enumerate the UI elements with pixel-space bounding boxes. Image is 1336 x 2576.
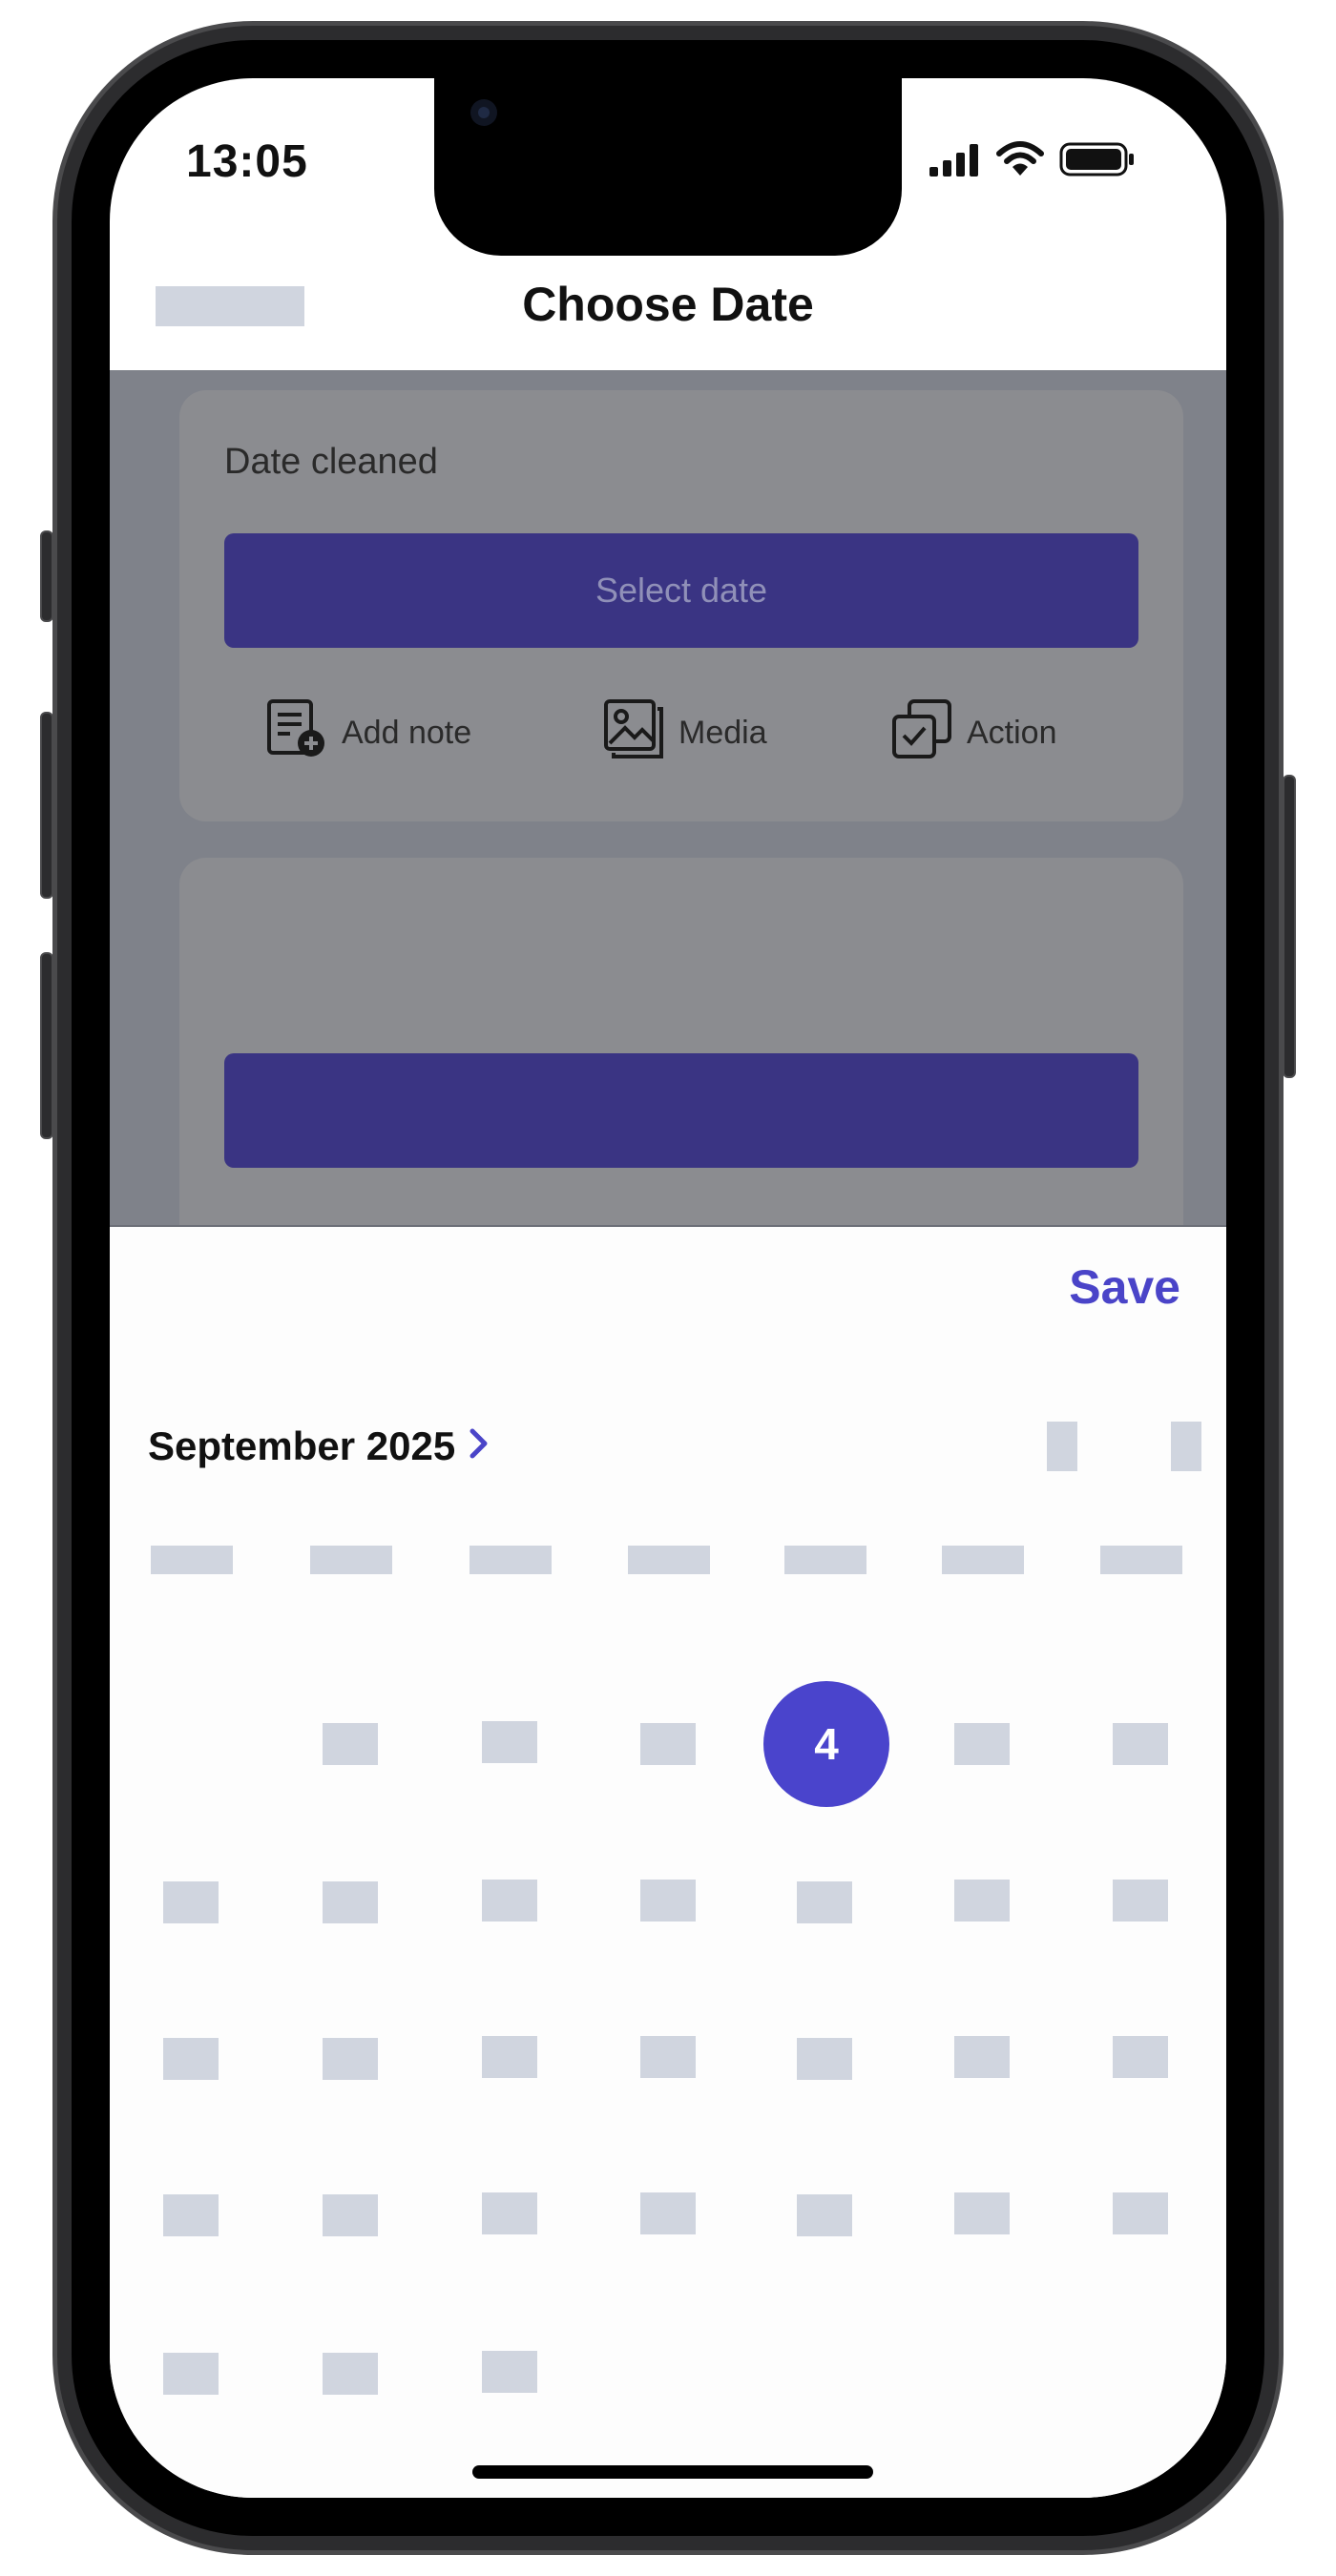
- calendar-day[interactable]: [1113, 2036, 1168, 2078]
- calendar-day[interactable]: [954, 1880, 1010, 1922]
- weekday-label: [151, 1546, 233, 1574]
- month-year-selector[interactable]: September 2025: [148, 1423, 490, 1469]
- second-card-button[interactable]: [224, 1053, 1138, 1168]
- calendar-day[interactable]: [954, 2192, 1010, 2234]
- calendar-day[interactable]: [954, 1723, 1010, 1765]
- month-year-label: September 2025: [148, 1423, 456, 1468]
- calendar-day[interactable]: [323, 2353, 378, 2395]
- weekday-label: [310, 1546, 392, 1574]
- calendar-day[interactable]: [797, 1881, 852, 1923]
- calendar-day[interactable]: [323, 2194, 378, 2236]
- power-button: [1283, 775, 1296, 1078]
- weekday-label: [942, 1546, 1024, 1574]
- weekday-label: [1100, 1546, 1182, 1574]
- home-indicator[interactable]: [472, 2465, 873, 2479]
- action-label: Action: [967, 715, 1057, 751]
- action-action[interactable]: Action: [890, 697, 1057, 769]
- wifi-icon: [996, 140, 1044, 183]
- save-button[interactable]: Save: [1069, 1259, 1180, 1315]
- second-card: [179, 858, 1183, 1258]
- calendar-day[interactable]: [482, 2192, 537, 2234]
- weekday-label: [628, 1546, 710, 1574]
- calendar-day[interactable]: [640, 1880, 696, 1922]
- calendar-day[interactable]: [797, 2038, 852, 2080]
- calendar-day[interactable]: [1113, 2192, 1168, 2234]
- calendar-day[interactable]: [323, 1881, 378, 1923]
- date-cleaned-card: Date cleaned Select date Add note Media …: [179, 390, 1183, 821]
- next-month-button[interactable]: [1171, 1422, 1201, 1471]
- calendar-day-selected[interactable]: 4: [763, 1681, 889, 1807]
- volume-down-button: [40, 952, 53, 1139]
- calendar-day[interactable]: [163, 2353, 219, 2395]
- page-title: Choose Date: [522, 278, 814, 331]
- calendar-day[interactable]: [482, 1721, 537, 1763]
- card-label: Date cleaned: [224, 442, 438, 482]
- add-note-label: Add note: [342, 715, 472, 751]
- calendar-day[interactable]: [163, 2194, 219, 2236]
- media-label: Media: [678, 715, 767, 751]
- media-action[interactable]: Media: [602, 697, 767, 769]
- weekday-label: [784, 1546, 866, 1574]
- battery-icon: [1059, 140, 1136, 183]
- date-picker-sheet: Save September 2025 4: [110, 1225, 1226, 2498]
- status-time: 13:05: [186, 136, 308, 187]
- calendar-day[interactable]: [323, 1723, 378, 1765]
- image-icon: [602, 697, 665, 769]
- phone-screen: 13:05 Choose Date Date cleaned Select da…: [110, 78, 1226, 2498]
- calendar-day[interactable]: [482, 2036, 537, 2078]
- calendar-day[interactable]: [640, 2036, 696, 2078]
- front-camera: [470, 99, 497, 126]
- volume-up-button: [40, 712, 53, 899]
- calendar-day[interactable]: [1113, 1880, 1168, 1922]
- checkbox-copy-icon: [890, 697, 953, 769]
- calendar-day[interactable]: [1113, 1723, 1168, 1765]
- calendar-day[interactable]: [163, 2038, 219, 2080]
- calendar-day[interactable]: [797, 2194, 852, 2236]
- previous-month-button[interactable]: [1047, 1422, 1077, 1471]
- weekday-label: [470, 1546, 552, 1574]
- calendar-day[interactable]: [482, 1880, 537, 1922]
- calendar-day[interactable]: [954, 2036, 1010, 2078]
- notch: [434, 78, 902, 256]
- calendar-day[interactable]: [163, 1881, 219, 1923]
- chevron-right-icon: [469, 1423, 490, 1469]
- calendar-day[interactable]: [323, 2038, 378, 2080]
- add-note-action[interactable]: Add note: [265, 697, 471, 769]
- select-date-button[interactable]: Select date: [224, 533, 1138, 648]
- mute-switch: [40, 530, 53, 622]
- calendar-day[interactable]: [482, 2351, 537, 2393]
- calendar-day[interactable]: [640, 1723, 696, 1765]
- add-note-icon: [265, 697, 328, 769]
- calendar-day[interactable]: [640, 2192, 696, 2234]
- status-icons: [928, 137, 1136, 185]
- signal-icon: [928, 140, 981, 183]
